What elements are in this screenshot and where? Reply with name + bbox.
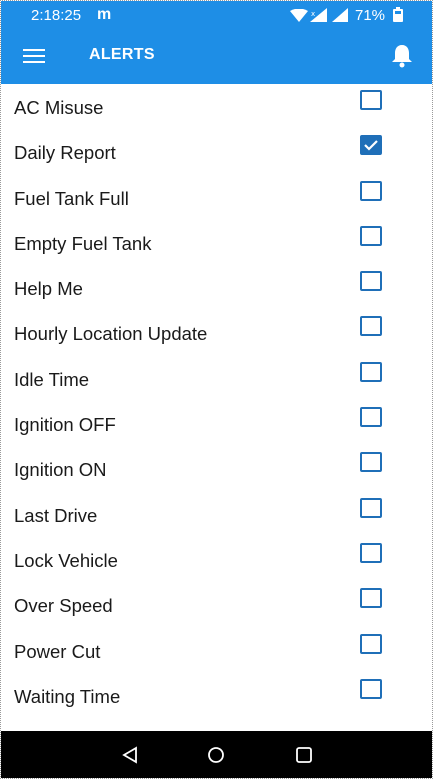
signal-strength-icon [332, 8, 349, 26]
battery-icon [393, 7, 403, 26]
alert-row-ignition-on: Ignition ON [1, 446, 432, 491]
status-bar: 2:18:25 m x 71% [1, 1, 432, 30]
alert-row-help-me: Help Me [1, 265, 432, 310]
alert-label: Waiting Time [14, 685, 121, 707]
alert-checkbox[interactable] [360, 588, 382, 609]
alert-label: Ignition OFF [14, 414, 116, 436]
alert-label: Hourly Location Update [14, 323, 208, 345]
alert-row-hourly-location-update: Hourly Location Update [1, 310, 432, 355]
alert-checkbox[interactable] [360, 225, 382, 246]
alert-checkbox[interactable] [360, 407, 382, 428]
alert-row-ignition-off: Ignition OFF [1, 401, 432, 446]
app-indicator-m: m [97, 6, 112, 23]
status-time: 2:18:25 [31, 7, 82, 24]
page-title: ALERTS [89, 46, 155, 63]
signal-icon: x [310, 8, 328, 26]
alert-label: Last Drive [14, 504, 98, 526]
home-icon[interactable] [207, 746, 225, 769]
checkmark-icon [364, 140, 378, 151]
alert-checkbox[interactable] [360, 135, 382, 156]
system-nav-bar [1, 731, 432, 778]
alert-checkbox[interactable] [360, 180, 382, 201]
alert-label: Help Me [14, 278, 83, 300]
app-bar: ALERTS [1, 30, 432, 84]
alert-label: Empty Fuel Tank [14, 232, 152, 254]
alert-label: Ignition ON [14, 459, 107, 481]
menu-icon[interactable] [23, 47, 47, 67]
alert-checkbox[interactable] [360, 633, 382, 654]
alerts-list: AC Misuse Daily Report Fuel Tank Full Em… [1, 84, 432, 718]
alert-label: Lock Vehicle [14, 549, 118, 571]
alert-row-idle-time: Idle Time [1, 356, 432, 401]
alert-row-waiting-time: Waiting Time [1, 673, 432, 718]
alert-checkbox[interactable] [360, 452, 382, 473]
alert-checkbox[interactable] [360, 90, 382, 110]
alert-row-over-speed: Over Speed [1, 582, 432, 627]
alert-checkbox[interactable] [360, 678, 382, 699]
alert-checkbox[interactable] [360, 361, 382, 382]
battery-percent: 71% [355, 7, 386, 24]
phone-screen: 2:18:25 m x 71% ALERTS AC Misuse Daily R… [0, 0, 433, 779]
alert-row-last-drive: Last Drive [1, 492, 432, 537]
alert-row-fuel-tank-full: Fuel Tank Full [1, 175, 432, 220]
alert-checkbox[interactable] [360, 271, 382, 292]
alert-row-daily-report: Daily Report [1, 129, 432, 174]
back-icon[interactable] [121, 746, 139, 769]
alert-row-lock-vehicle: Lock Vehicle [1, 537, 432, 582]
alert-checkbox[interactable] [360, 542, 382, 563]
alert-label: Idle Time [14, 368, 90, 390]
alert-label: Power Cut [14, 640, 101, 662]
alert-label: Fuel Tank Full [14, 187, 129, 209]
alert-row-empty-fuel-tank: Empty Fuel Tank [1, 220, 432, 265]
bell-icon[interactable] [390, 43, 414, 69]
alert-checkbox[interactable] [360, 497, 382, 518]
alert-row-power-cut: Power Cut [1, 628, 432, 673]
alert-label: AC Misuse [14, 97, 104, 118]
alert-row-ac-misuse: AC Misuse [1, 84, 432, 129]
alert-label: Over Speed [14, 595, 113, 617]
wifi-icon [290, 8, 308, 26]
alert-checkbox[interactable] [360, 316, 382, 337]
svg-text:x: x [311, 10, 315, 18]
recents-icon[interactable] [295, 746, 313, 769]
alert-label: Daily Report [14, 142, 116, 164]
